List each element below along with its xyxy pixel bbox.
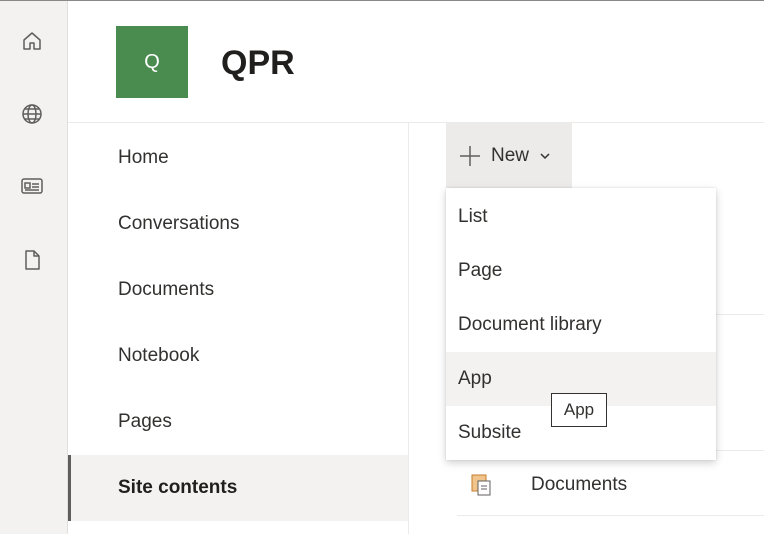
- menu-item-label: Document library: [458, 314, 602, 335]
- nav-item-home[interactable]: Home: [68, 125, 408, 191]
- document-library-icon: [471, 474, 491, 496]
- plus-icon: [460, 145, 480, 166]
- site-title[interactable]: QPR: [221, 42, 295, 84]
- left-navigation: Home Conversations Documents Notebook Pa…: [68, 123, 409, 534]
- list-item[interactable]: Documents: [469, 468, 749, 502]
- home-icon[interactable]: [19, 28, 45, 54]
- nav-item-label: Pages: [118, 411, 172, 432]
- nav-item-conversations[interactable]: Conversations: [68, 191, 408, 257]
- site-header: Q QPR: [68, 1, 764, 123]
- menu-item-page[interactable]: Page: [446, 244, 716, 298]
- new-button[interactable]: New: [446, 123, 572, 188]
- menu-item-label: List: [458, 206, 488, 227]
- nav-item-label: Documents: [118, 279, 215, 300]
- menu-item-label: Subsite: [458, 422, 522, 443]
- tooltip: App: [551, 393, 607, 427]
- globe-icon[interactable]: [19, 101, 45, 127]
- nav-item-label: Site contents: [118, 477, 238, 498]
- list-divider: [457, 515, 764, 516]
- app-bar: [0, 1, 68, 534]
- new-button-label: New: [491, 144, 530, 166]
- menu-item-label: Page: [458, 260, 503, 281]
- nav-item-label: Home: [118, 147, 169, 168]
- menu-item-document-library[interactable]: Document library: [446, 298, 716, 352]
- document-icon[interactable]: [19, 247, 45, 273]
- site-logo[interactable]: Q: [116, 26, 188, 98]
- menu-item-label: App: [458, 368, 492, 389]
- nav-item-label: Notebook: [118, 345, 200, 366]
- nav-item-notebook[interactable]: Notebook: [68, 323, 408, 389]
- menu-item-list[interactable]: List: [446, 190, 716, 244]
- chevron-down-icon: [540, 152, 550, 159]
- news-icon[interactable]: [19, 173, 45, 199]
- site-logo-letter: Q: [144, 50, 160, 73]
- nav-item-pages[interactable]: Pages: [68, 389, 408, 455]
- nav-item-documents[interactable]: Documents: [68, 257, 408, 323]
- nav-item-site-contents[interactable]: Site contents: [68, 455, 408, 521]
- list-item-label: Documents: [531, 474, 628, 495]
- nav-item-label: Conversations: [118, 213, 240, 234]
